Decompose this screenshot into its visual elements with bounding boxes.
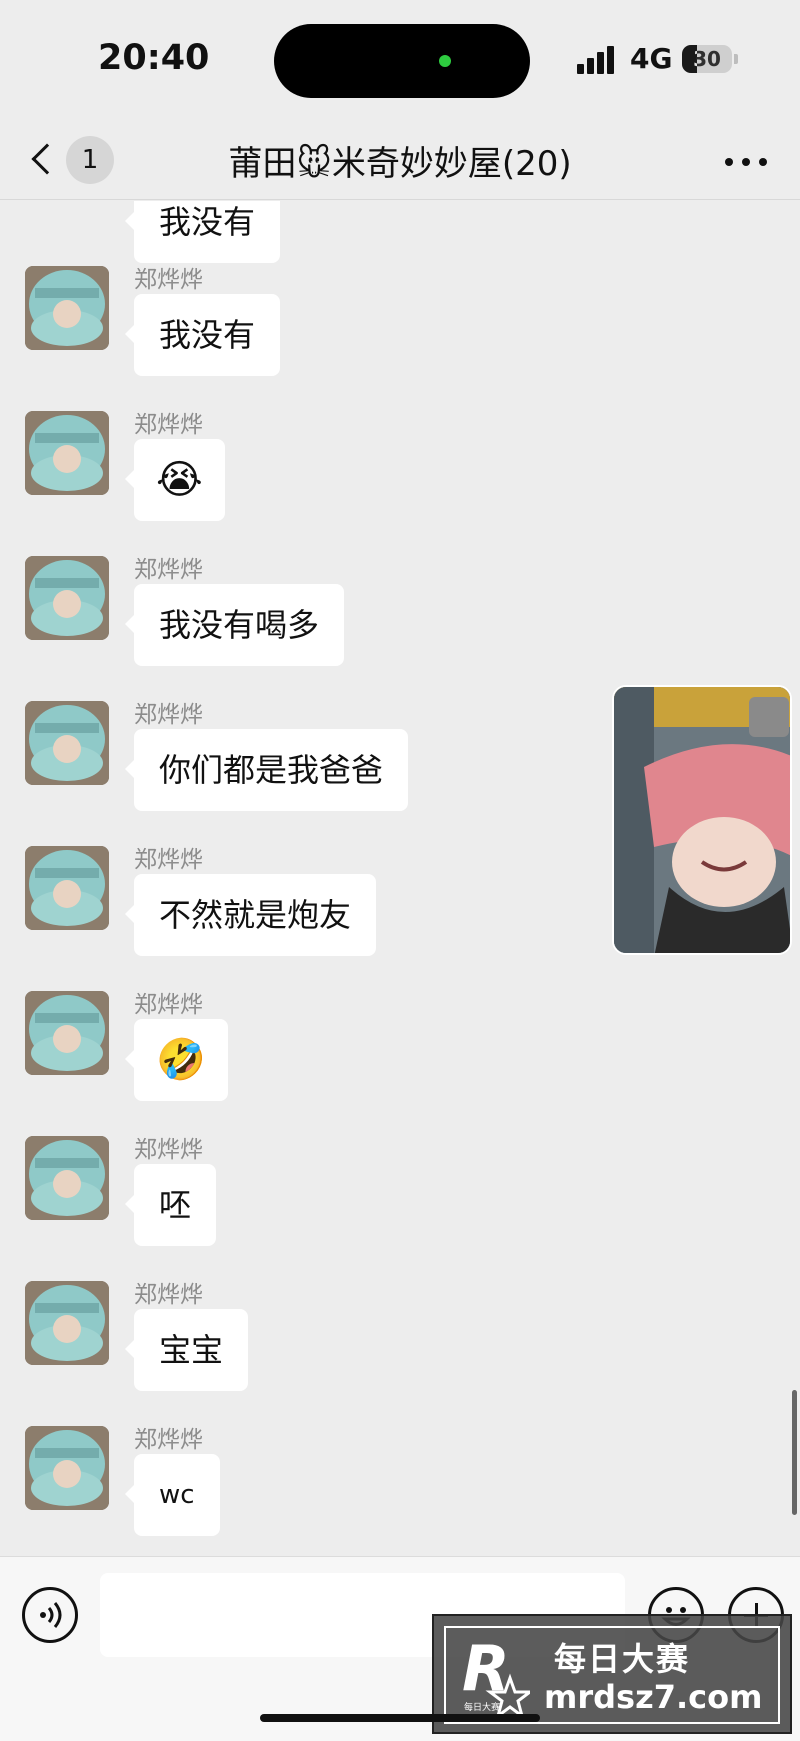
voice-button[interactable] xyxy=(22,1587,78,1643)
signal-icon xyxy=(577,46,617,74)
status-time: 20:40 xyxy=(98,38,210,78)
sender-name: 郑烨烨 xyxy=(134,267,203,293)
avatar[interactable] xyxy=(25,701,109,785)
message-bubble[interactable]: 😭 xyxy=(125,439,225,521)
message-bubble[interactable]: 我没有 xyxy=(124,294,281,376)
message-bubble[interactable]: 你们都是我爸爸 xyxy=(124,729,409,811)
svg-text:R: R xyxy=(462,1634,510,1705)
battery-icon: 30 xyxy=(682,45,732,73)
chevron-left-icon xyxy=(31,143,63,175)
sender-name: 郑烨烨 xyxy=(134,992,203,1018)
sender-name: 郑烨烨 xyxy=(134,1427,203,1453)
avatar[interactable] xyxy=(25,846,109,930)
voice-icon xyxy=(40,1602,62,1628)
battery-cap xyxy=(734,54,738,64)
message-item: 郑烨烨 宝宝 xyxy=(0,1281,800,1421)
message-item: 郑烨烨 😭 xyxy=(0,411,800,551)
unread-badge: 1 xyxy=(66,136,114,184)
sender-name: 郑烨烨 xyxy=(134,1282,203,1308)
scrollbar[interactable] xyxy=(792,1390,797,1515)
chat-title[interactable]: 莆田🐭米奇妙妙屋(20) xyxy=(120,136,680,185)
message-bubble[interactable]: 呸 xyxy=(124,1164,217,1246)
watermark-url: mrdsz7.com xyxy=(544,1678,763,1716)
avatar[interactable] xyxy=(25,411,109,495)
home-indicator xyxy=(260,1714,540,1722)
network-type: 4G xyxy=(630,42,673,75)
message-item: 郑烨烨 呸 xyxy=(0,1136,800,1276)
message-item: 我没有 xyxy=(0,201,800,263)
camera-indicator-icon xyxy=(439,55,451,67)
sender-name: 郑烨烨 xyxy=(134,702,203,728)
message-item: 郑烨烨 🤣 xyxy=(0,991,800,1131)
dynamic-island xyxy=(274,24,530,98)
floating-video-window[interactable] xyxy=(612,685,792,955)
back-button[interactable]: 1 xyxy=(28,134,118,184)
message-item: 郑烨烨 我没有 xyxy=(0,266,800,406)
avatar[interactable] xyxy=(25,266,109,350)
avatar[interactable] xyxy=(25,1136,109,1220)
sender-name: 郑烨烨 xyxy=(134,1137,203,1163)
sender-name: 郑烨烨 xyxy=(134,557,203,583)
message-bubble[interactable]: 我没有喝多 xyxy=(124,584,345,666)
avatar[interactable] xyxy=(25,1281,109,1365)
chat-header: 1 莆田🐭米奇妙妙屋(20) xyxy=(0,120,800,200)
message-bubble[interactable]: 我没有 xyxy=(124,201,281,263)
battery-percent: 30 xyxy=(693,47,721,71)
more-button[interactable] xyxy=(725,154,769,168)
message-bubble[interactable]: wc xyxy=(125,1454,220,1536)
message-item: 郑烨烨 我没有喝多 xyxy=(0,556,800,696)
message-bubble[interactable]: 宝宝 xyxy=(124,1309,249,1391)
watermark-frame: R 每日大赛 每日大赛 mrdsz7.com xyxy=(444,1626,780,1724)
sender-name: 郑烨烨 xyxy=(134,412,203,438)
sender-name: 郑烨烨 xyxy=(134,847,203,873)
avatar[interactable] xyxy=(25,1426,109,1510)
message-bubble[interactable]: 不然就是炮友 xyxy=(124,874,377,956)
svg-text:每日大赛: 每日大赛 xyxy=(464,1701,500,1713)
message-item: 郑烨烨 wc xyxy=(0,1426,800,1556)
status-bar: 20:40 4G 30 xyxy=(0,0,800,120)
message-bubble[interactable]: 🤣 xyxy=(125,1019,228,1101)
avatar[interactable] xyxy=(25,556,109,640)
watermark-logo-icon: R 每日大赛 xyxy=(462,1634,530,1718)
watermark-title: 每日大赛 xyxy=(554,1640,691,1678)
avatar[interactable] xyxy=(25,991,109,1075)
